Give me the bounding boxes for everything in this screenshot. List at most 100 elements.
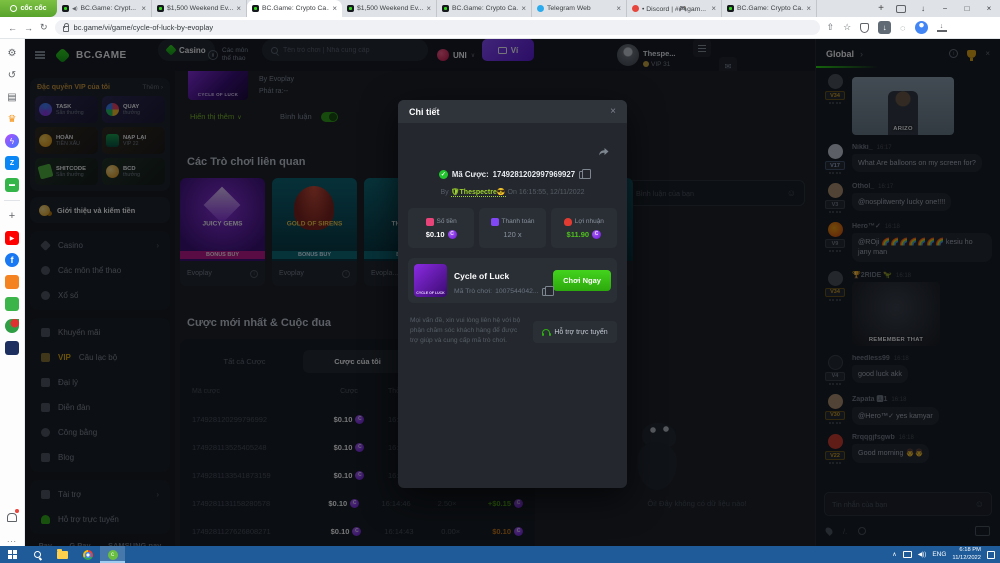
share-icon[interactable]: ⇧ xyxy=(827,22,835,33)
headset-icon xyxy=(542,329,550,334)
copy-icon[interactable] xyxy=(542,288,549,296)
stat-icon xyxy=(491,218,499,226)
browser-sidebar-icon[interactable] xyxy=(5,275,19,289)
url-text: bc.game/vi/game/cycle-of-luck-by-evoplay xyxy=(74,23,214,32)
browser-tab[interactable]: BC.Game: Crypt... xyxy=(57,0,152,17)
notification-bell-icon[interactable]: ◌ xyxy=(900,23,905,33)
browser-sidebar-icon[interactable] xyxy=(5,209,19,223)
browser-tab[interactable]: BC.Game: Crypto Ca... xyxy=(437,0,532,17)
live-support-button[interactable]: Hỗ trợ trực tuyến xyxy=(533,321,617,343)
browser-sidebar-icon[interactable] xyxy=(5,319,19,333)
download-active-icon[interactable]: ↓ xyxy=(878,21,891,34)
back-icon[interactable]: ← xyxy=(8,23,17,33)
bet-details-modal: Chi tiết Mã Cược: 1749281202997969927 By… xyxy=(398,100,627,488)
browser-sidebar-icon[interactable] xyxy=(5,156,19,170)
bet-id-value: 1749281202997969927 xyxy=(493,170,575,179)
bet-id-line: Mã Cược: 1749281202997969927 xyxy=(398,170,627,179)
browser-tab[interactable]: $1,500 Weekend Ev... xyxy=(342,0,437,17)
forward-icon[interactable]: → xyxy=(24,23,33,33)
network-icon[interactable] xyxy=(903,551,912,558)
close-button[interactable]: × xyxy=(978,0,1000,17)
adblock-shield-icon[interactable] xyxy=(860,23,869,33)
tab-close-icon[interactable] xyxy=(711,4,716,13)
tab-close-icon[interactable] xyxy=(806,4,811,13)
modal-header: Chi tiết xyxy=(398,100,627,123)
tab-favicon xyxy=(442,5,449,12)
maximize-button[interactable]: □ xyxy=(956,0,978,17)
browser-tabs: BC.Game: Crypt... $1,500 Weekend Ev... B… xyxy=(57,0,872,17)
tab-close-icon[interactable] xyxy=(426,4,431,13)
browser-sidebar-icon[interactable] xyxy=(5,178,19,192)
pin-window-icon[interactable]: ↓ xyxy=(912,0,934,17)
address-bar[interactable]: bc.game/vi/game/cycle-of-luck-by-evoplay xyxy=(55,20,820,35)
browser-sidebar-icon[interactable] xyxy=(5,341,19,355)
folder-icon xyxy=(57,551,68,559)
browser-sidebar-icon[interactable] xyxy=(5,253,19,267)
game-id-value: 1007544042... xyxy=(495,288,538,295)
tab-audio-icon[interactable] xyxy=(72,6,78,12)
windows-logo-icon xyxy=(8,550,17,559)
browser-sidebar-icon[interactable] xyxy=(5,134,19,148)
browser-tab[interactable]: • Discord | #🎮gam... xyxy=(627,0,722,17)
browser-sidebar-icon[interactable] xyxy=(5,231,19,245)
modal-game-name: Cycle of Luck xyxy=(454,271,509,281)
modal-game-thumbnail[interactable]: CYCLE OF LUCK xyxy=(414,264,447,297)
sidebar-more-icon[interactable]: ... xyxy=(5,532,19,546)
lock-icon[interactable] xyxy=(63,26,69,32)
browser-sidebar-icon[interactable] xyxy=(5,68,19,82)
play-now-button[interactable]: Chơi Ngay xyxy=(553,270,611,291)
browser-tab[interactable]: Telegram Web xyxy=(532,0,627,17)
browser-tab[interactable]: BC.Game: Crypto Ca... xyxy=(722,0,817,17)
tray-expand-icon[interactable]: ∧ xyxy=(892,551,896,558)
modal-close-icon[interactable] xyxy=(610,106,616,117)
tab-close-icon[interactable] xyxy=(616,4,621,13)
tab-close-icon[interactable] xyxy=(521,4,526,13)
tab-close-icon[interactable] xyxy=(332,4,337,13)
volume-icon[interactable]: ◀)) xyxy=(918,551,927,558)
minimize-button[interactable]: − xyxy=(934,0,956,17)
language-indicator[interactable]: ENG xyxy=(932,551,946,558)
browser-sidebar-icon[interactable] xyxy=(4,200,20,201)
browser-tab[interactable]: $1,500 Weekend Ev... xyxy=(152,0,247,17)
tab-close-icon[interactable] xyxy=(141,4,146,13)
coccoc-icon xyxy=(10,5,17,12)
bet-author-link[interactable]: 🛡Thespectre😎 xyxy=(451,189,506,197)
browser-tabstrip: cốc cốc BC.Game: Crypt... $1,500 Weekend… xyxy=(0,0,1000,17)
reload-icon[interactable]: ↻ xyxy=(40,22,48,33)
browser-sidebar-icon[interactable] xyxy=(5,112,19,126)
browser-sidebar: ... xyxy=(0,39,25,546)
tab-search-icon[interactable] xyxy=(896,5,906,13)
bookmark-icon[interactable]: ☆ xyxy=(843,22,851,33)
chrome-icon xyxy=(83,550,93,560)
browser-profile-avatar[interactable] xyxy=(915,21,928,34)
bet-stat: Số tiền $0.10 xyxy=(408,208,474,248)
taskbar-chrome[interactable] xyxy=(75,546,100,563)
browser-sidebar-icon[interactable] xyxy=(5,46,19,60)
success-check-icon xyxy=(439,170,448,179)
coccoc-logo[interactable]: cốc cốc xyxy=(0,0,57,17)
taskbar-explorer[interactable] xyxy=(50,546,75,563)
modal-title: Chi tiết xyxy=(409,107,440,117)
tab-close-icon[interactable] xyxy=(236,4,241,13)
browser-tab[interactable]: BC.Game: Crypto Ca... xyxy=(247,0,342,17)
action-center-icon[interactable] xyxy=(987,551,995,559)
clock[interactable]: 6:18 PM11/12/2022 xyxy=(952,547,981,561)
browser-toolbar: ← → ↻ bc.game/vi/game/cycle-of-luck-by-e… xyxy=(0,17,1000,39)
browser-sidebar-icon[interactable] xyxy=(5,90,19,104)
start-button[interactable] xyxy=(0,546,25,563)
taskbar-search[interactable] xyxy=(25,546,50,563)
browser-sidebar-icon[interactable] xyxy=(5,297,19,311)
share-icon[interactable] xyxy=(598,146,610,158)
taskbar-coccoc[interactable]: c xyxy=(100,546,125,563)
stat-icon xyxy=(564,218,572,226)
downloads-tray-icon[interactable]: ↓ xyxy=(937,24,947,32)
stat-icon xyxy=(426,218,434,226)
coin-icon xyxy=(448,230,457,239)
sidebar-bell-icon[interactable] xyxy=(5,510,19,524)
bet-stat: Thanh toán 120 x xyxy=(479,208,545,248)
new-tab-button[interactable]: + xyxy=(872,0,890,17)
tab-favicon xyxy=(632,5,639,12)
tab-favicon xyxy=(157,5,164,12)
screen: cốc cốc BC.Game: Crypt... $1,500 Weekend… xyxy=(0,0,1000,563)
copy-icon[interactable] xyxy=(579,171,586,179)
